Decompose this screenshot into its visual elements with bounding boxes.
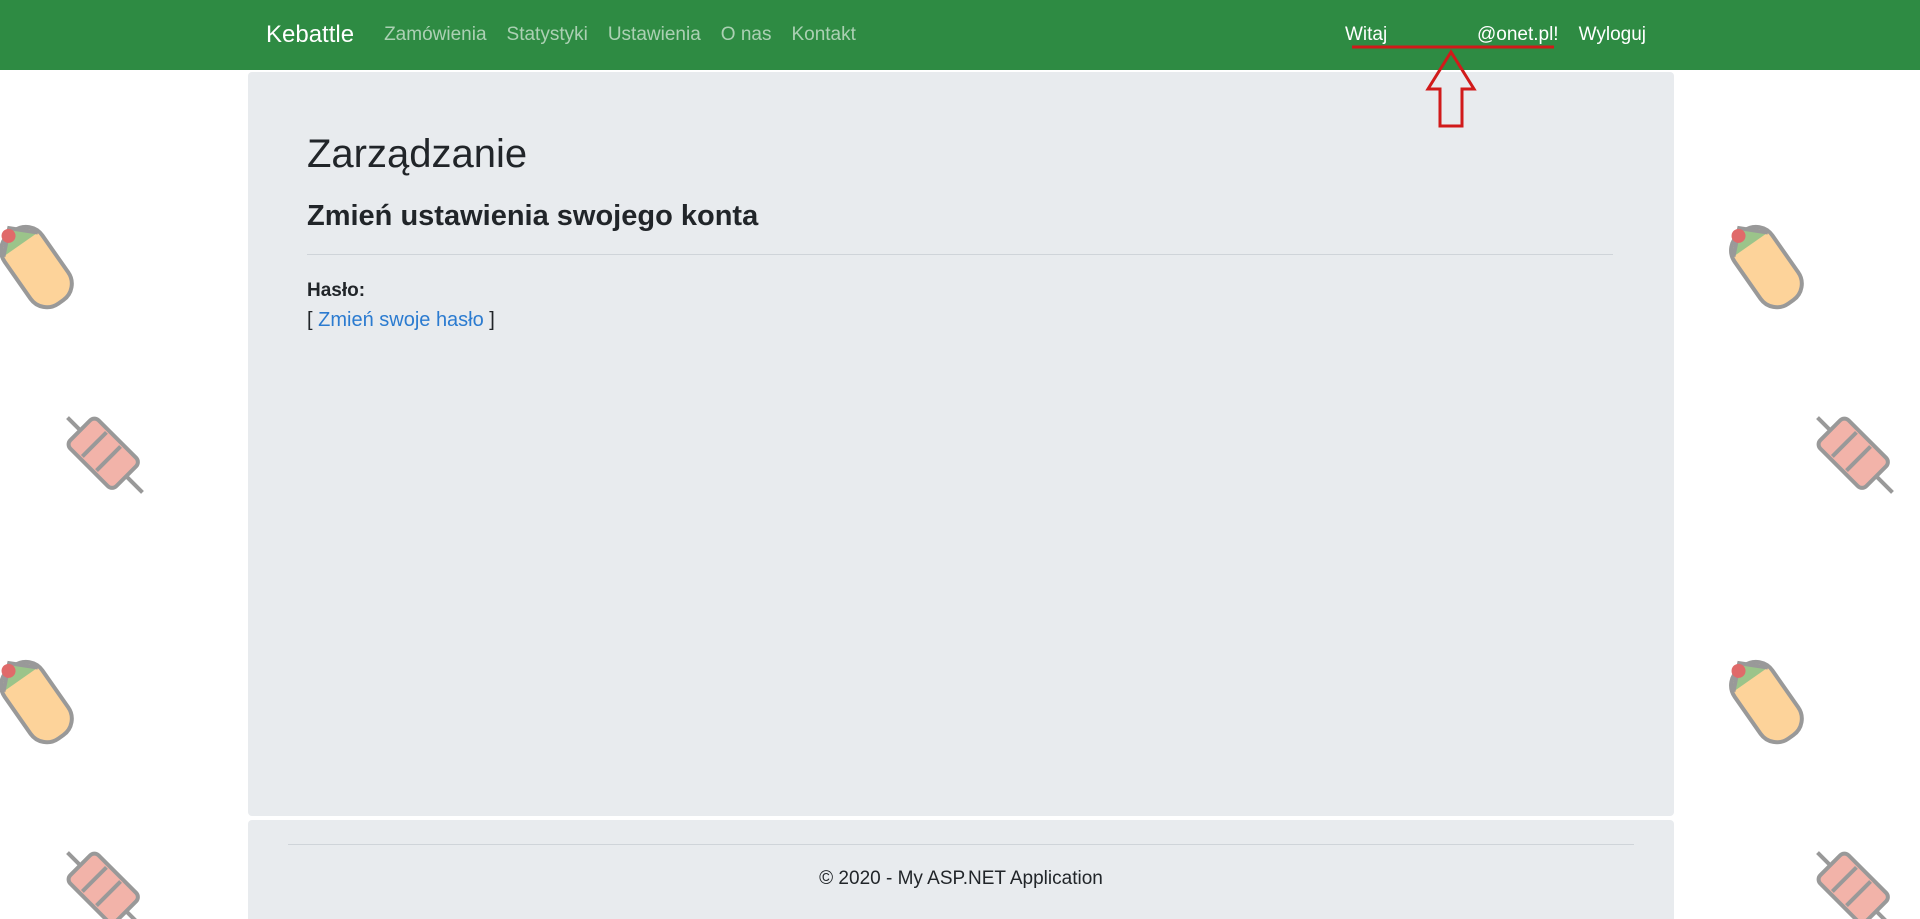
page-footer: © 2020 - My ASP.NET Application: [248, 820, 1674, 919]
kebab-skewer-icon: [1800, 835, 1910, 919]
red-arrow-icon: [1350, 44, 1560, 135]
kebab-skewer-icon: [1800, 400, 1910, 510]
burrito-icon: [1720, 210, 1810, 320]
burrito-icon: [0, 210, 80, 320]
bracket-open: [: [307, 309, 319, 331]
logout-link[interactable]: Wyloguj: [1579, 24, 1646, 46]
nav-link-statistics[interactable]: Statystyki: [507, 24, 588, 46]
password-action-row: [ Zmień swoje hasło ]: [307, 309, 495, 332]
user-greeting-link[interactable]: Witaj @onet.pl!: [1345, 24, 1559, 46]
nav-link-about[interactable]: O nas: [721, 24, 772, 46]
navbar-user-area: Witaj @onet.pl! Wyloguj: [1345, 24, 1646, 46]
page-subtitle: Zmień ustawienia swojego konta: [307, 200, 759, 232]
change-password-link[interactable]: Zmień swoje hasło: [318, 309, 484, 331]
nav-link-settings[interactable]: Ustawienia: [608, 24, 701, 46]
password-label: Hasło:: [307, 280, 366, 301]
page-title: Zarządzanie: [307, 132, 528, 176]
footer-divider: [288, 844, 1634, 845]
manage-account-panel: Zarządzanie Zmień ustawienia swojego kon…: [248, 72, 1674, 816]
section-divider: [307, 254, 1613, 255]
brand-link[interactable]: Kebattle: [266, 21, 354, 49]
burrito-icon: [1720, 645, 1810, 755]
nav-link-contact[interactable]: Kontakt: [791, 24, 855, 46]
kebab-skewer-icon: [50, 835, 160, 919]
footer-copyright: © 2020 - My ASP.NET Application: [819, 868, 1103, 889]
kebab-skewer-icon: [50, 400, 160, 510]
nav-link-orders[interactable]: Zamówienia: [384, 24, 486, 46]
burrito-icon: [0, 645, 80, 755]
bracket-close: ]: [483, 309, 495, 331]
top-navbar: Kebattle Zamówienia Statystyki Ustawieni…: [0, 0, 1920, 70]
